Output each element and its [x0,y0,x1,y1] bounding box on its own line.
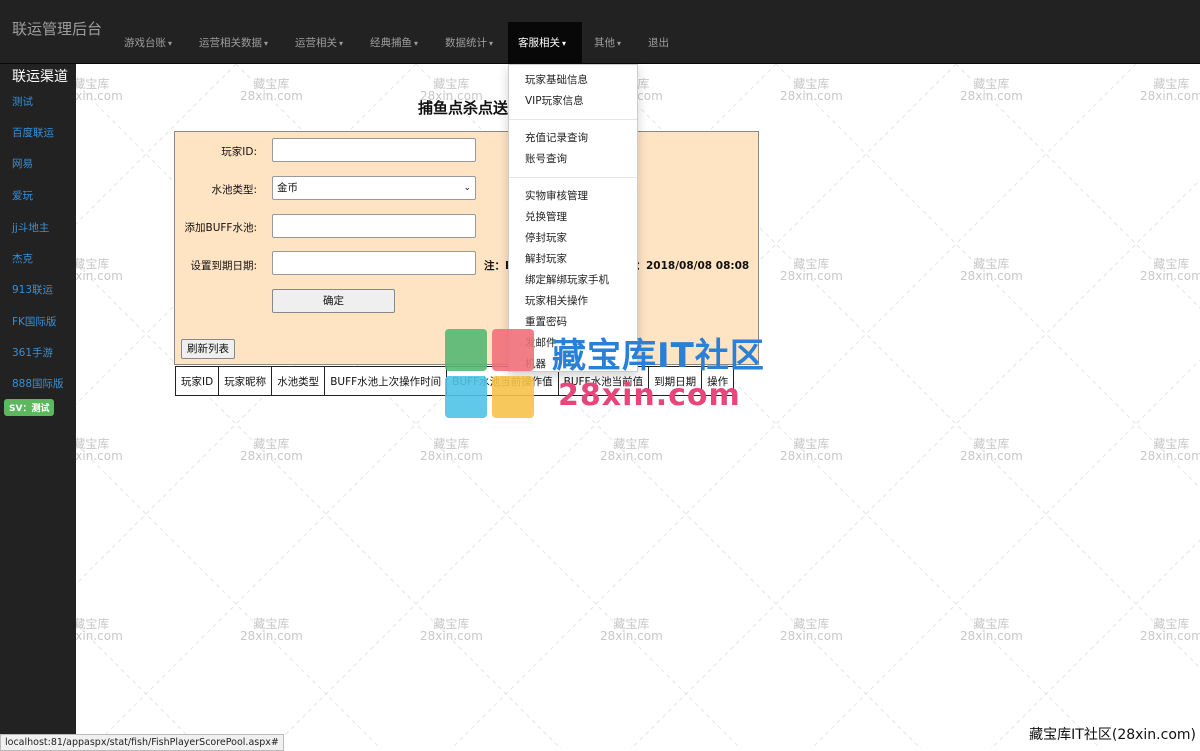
col-player-nickname: 玩家昵称 [218,366,273,396]
nav-item-other[interactable]: 其他 ▾ [584,22,631,64]
sidebar-title: 联运渠道 [12,69,68,85]
watermark-small: 藏宝库28xin.com [600,617,663,643]
menu-item-physical-review[interactable]: 实物审核管理 [525,188,588,203]
sidebar-link-888[interactable]: 888国际版 [12,376,64,391]
menu-item-vip-player-info[interactable]: VIP玩家信息 [525,93,584,108]
expire-date-label: 设置到期日期: [190,260,257,272]
sidebar: 联运渠道 测试 百度联运 网易 爱玩 jj斗地主 杰克 913联运 FK国际版 … [0,64,76,749]
top-navbar: 联运管理后台 游戏台账 ▾ 运营相关数据 ▾ 运营相关 ▾ 经典捕鱼 ▾ 数据统计 ▾ 客… [0,0,1200,64]
watermark-small: 藏宝库28xin.com [960,437,1023,463]
logo-square-yellow [492,376,534,418]
col-player-id: 玩家ID [174,366,220,396]
watermark-small: 藏宝库28xin.com [1140,77,1200,103]
watermark-small: 藏宝库28xin.com [1140,257,1200,283]
date-format-note: 式：2018/08/08 08:08 [625,260,750,272]
buff-pool-label: 添加BUFF水池: [184,222,257,234]
expire-date-input[interactable] [272,251,476,275]
watermark-small: 藏宝库28xin.com [960,257,1023,283]
player-id-input[interactable] [272,138,476,162]
watermark-cn-text: 藏宝库IT社区 [552,336,765,376]
menu-item-player-basic-info[interactable]: 玩家基础信息 [525,72,588,87]
nav-item-customer-service[interactable]: 客服相关 ▾ [508,22,582,64]
nav-item-game-ledger[interactable]: 游戏台账 ▾ [114,22,182,64]
nav-item-ops-data[interactable]: 运营相关数据 ▾ [189,22,278,64]
nav-item-ops[interactable]: 运营相关 ▾ [285,22,353,64]
sidebar-link-913[interactable]: 913联运 [12,282,53,297]
server-badge: SV：测试 [4,399,55,416]
sidebar-link-361[interactable]: 361手游 [12,345,53,360]
watermark-small: 藏宝库28xin.com [780,257,843,283]
chevron-down-icon: ⌄ [463,183,471,193]
status-bar-url: localhost:81/appaspx/stat/fish/FishPlaye… [0,734,284,751]
menu-divider [509,119,637,120]
logo-square-blue [445,376,487,418]
watermark-small: 藏宝库28xin.com [780,77,843,103]
watermark-small: 藏宝库28xin.com [240,437,303,463]
col-last-op-time: BUFF水池上次操作时间 [324,366,448,396]
col-pool-type: 水池类型 [271,366,326,396]
caret-down-icon: ▾ [489,39,494,48]
sidebar-link-baidu[interactable]: 百度联运 [12,125,54,140]
watermark-small: 藏宝库28xin.com [780,617,843,643]
menu-item-bind-phone[interactable]: 绑定解绑玩家手机 [525,272,609,287]
watermark-small: 藏宝库28xin.com [240,77,303,103]
confirm-button[interactable]: 确定 [272,289,395,313]
watermark-small: 藏宝库28xin.com [420,437,483,463]
pool-type-select[interactable]: 金币 ⌄ [272,176,476,200]
menu-item-unban-player[interactable]: 解封玩家 [525,251,567,266]
watermark-small: 藏宝库28xin.com [1140,437,1200,463]
menu-item-account-query[interactable]: 账号查询 [525,151,567,166]
watermark-small: 藏宝库28xin.com [240,617,303,643]
brand-title[interactable]: 联运管理后台 [12,18,102,39]
corner-watermark: 藏宝库IT社区(28xin.com) [1029,727,1196,743]
caret-down-icon: ▾ [414,39,419,48]
watermark-logo: 藏宝库IT社区 28xin.com [440,326,764,421]
date-format-note-prefix: 注：I [484,260,509,272]
caret-down-icon: ▾ [168,39,173,48]
page-title: 捕鱼点杀点送 [418,99,509,117]
caret-down-icon: ▾ [562,39,567,48]
pool-type-label: 水池类型: [211,184,257,196]
caret-down-icon: ▾ [617,39,622,48]
menu-item-exchange-manage[interactable]: 兑换管理 [525,209,567,224]
watermark-en-text: 28xin.com [558,378,741,413]
sidebar-link-netease[interactable]: 网易 [12,156,33,171]
player-id-label: 玩家ID: [221,146,257,158]
caret-down-icon: ▾ [264,39,269,48]
sidebar-link-jj[interactable]: jj斗地主 [12,220,49,235]
buff-pool-input[interactable] [272,214,476,238]
sidebar-link-test[interactable]: 测试 [12,94,33,109]
nav-item-classic-fishing[interactable]: 经典捕鱼 ▾ [360,22,428,64]
menu-divider [509,177,637,178]
refresh-list-button[interactable]: 刷新列表 [181,339,235,359]
caret-down-icon: ▾ [339,39,344,48]
watermark-small: 藏宝库28xin.com [600,437,663,463]
watermark-small: 藏宝库28xin.com [1140,617,1200,643]
sidebar-link-fk[interactable]: FK国际版 [12,314,56,329]
logo-square-red [492,329,534,371]
menu-item-player-operations[interactable]: 玩家相关操作 [525,293,588,308]
logo-square-green [445,329,487,371]
sidebar-link-jack[interactable]: 杰克 [12,251,33,266]
menu-item-recharge-records[interactable]: 充值记录查询 [525,130,588,145]
watermark-small: 藏宝库28xin.com [780,437,843,463]
nav-item-statistics[interactable]: 数据统计 ▾ [435,22,503,64]
watermark-small: 藏宝库28xin.com [960,77,1023,103]
watermark-small: 藏宝库28xin.com [420,617,483,643]
sidebar-link-aiwan[interactable]: 爱玩 [12,188,33,203]
menu-item-ban-player[interactable]: 停封玩家 [525,230,567,245]
nav-item-logout[interactable]: 退出 [638,22,679,64]
watermark-small: 藏宝库28xin.com [960,617,1023,643]
